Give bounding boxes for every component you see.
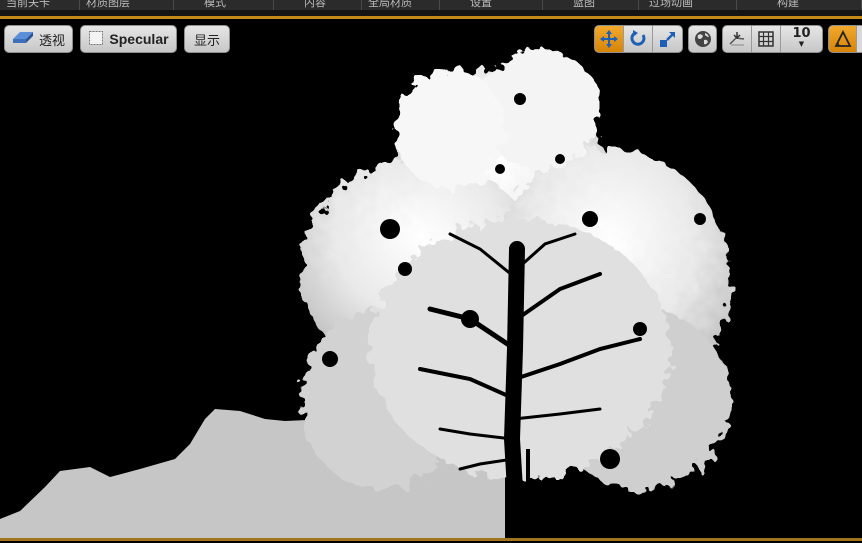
- toolbar-tab[interactable]: 材质图层: [80, 0, 174, 10]
- rotation-snap-group: [828, 25, 862, 53]
- toolbar-tab[interactable]: 过场动画: [639, 0, 737, 10]
- angle-icon: [834, 30, 852, 47]
- show-label: 显示: [193, 33, 220, 49]
- toolbar-tab[interactable]: 全局材质: [362, 0, 440, 10]
- translate-icon: [600, 30, 618, 48]
- rotation-snap-value-dropdown[interactable]: [857, 26, 862, 52]
- grid-snap-value-dropdown[interactable]: 10 ▼: [781, 26, 822, 52]
- scale-tool-button[interactable]: [653, 26, 682, 52]
- globe-icon: [694, 31, 711, 47]
- view-mode-icon: [88, 30, 104, 49]
- perspective-label: 透视: [38, 33, 65, 49]
- scene-render: [0, 49, 730, 538]
- toolbar-tab[interactable]: 内容: [274, 0, 362, 10]
- surface-snap-icon: [729, 32, 745, 46]
- rotate-icon: [630, 30, 646, 46]
- snapping-group: 10 ▼: [722, 25, 823, 53]
- perspective-button[interactable]: 透视: [4, 25, 73, 53]
- show-button[interactable]: 显示: [184, 25, 230, 53]
- toolbar-tab[interactable]: 蓝图: [543, 0, 639, 10]
- toolbar-tab[interactable]: 构建: [737, 0, 862, 10]
- surface-snap-button[interactable]: [723, 26, 752, 52]
- rotation-snap-button[interactable]: [829, 26, 858, 52]
- viewport-window: 当前关卡 材质图层 模式 内容 全局材质 设置 蓝图 过场动画 构建 透视 Sp…: [0, 0, 862, 543]
- world-local-toggle[interactable]: [688, 25, 717, 53]
- view-mode-button[interactable]: Specular: [80, 25, 177, 53]
- viewport-scene[interactable]: [0, 19, 862, 538]
- toolbar-tab[interactable]: 当前关卡: [0, 0, 80, 10]
- toolbar-tab[interactable]: 模式: [174, 0, 274, 10]
- grid-snap-button[interactable]: [752, 26, 781, 52]
- rotate-tool-button[interactable]: [624, 26, 653, 52]
- scale-icon: [659, 32, 675, 47]
- perspective-cube-icon: [12, 30, 34, 48]
- transform-tools-group: [594, 25, 683, 53]
- view-mode-label: Specular: [109, 31, 169, 47]
- toolbar-tab[interactable]: 设置: [440, 0, 543, 10]
- viewport-focus-border-bottom: [0, 538, 862, 541]
- translate-tool-button[interactable]: [595, 26, 624, 52]
- grid-icon: [758, 31, 774, 47]
